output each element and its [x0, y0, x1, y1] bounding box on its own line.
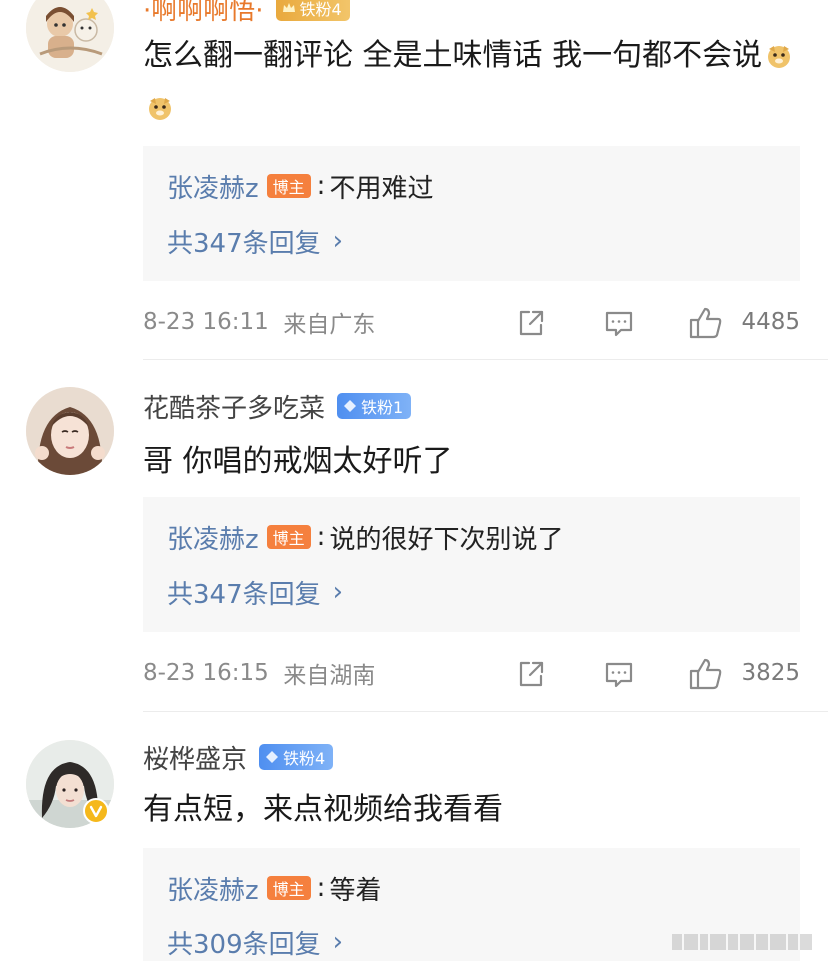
watermark: [672, 931, 822, 953]
blogger-tag: 博主: [266, 876, 311, 900]
share-icon[interactable]: [514, 657, 548, 691]
diamond-icon: [344, 400, 357, 412]
doge-emoji-icon: [149, 98, 171, 120]
comment-location: 来自湖南: [283, 663, 376, 689]
comment-item: 桜桦盛京 铁粉4 有点短，来点视频给我看看 张凌赫z 博主 : 等着 共309条…: [0, 712, 828, 961]
comment-text-content: 哥 你唱的戒烟太好听了: [143, 444, 453, 479]
thumbs-up-icon[interactable]: [687, 304, 725, 342]
blogger-tag: 博主: [266, 525, 311, 549]
comment-item: ·啊啊啊悟· 铁粉4 怎么翻一翻评论 全是土味情话 我一句都不会说 张凌赫z 博…: [0, 0, 828, 360]
blogger-tag: 博主: [266, 174, 311, 198]
comment-meta: 8-23 16:15 来自湖南 3825: [143, 653, 800, 693]
reply-colon: :: [316, 873, 326, 903]
username[interactable]: ·啊啊啊悟·: [143, 0, 264, 27]
comment-item: 花酷茶子多吃菜 铁粉1 哥 你唱的戒烟太好听了 张凌赫z 博主 : 说的很好下次…: [0, 360, 828, 712]
reply-author[interactable]: 张凌赫z: [167, 168, 259, 205]
reply-text: 说的很好下次别说了: [329, 524, 564, 555]
avatar[interactable]: [26, 0, 114, 72]
username[interactable]: 花酷茶子多吃菜: [143, 388, 325, 425]
chevron-right-icon: ›: [332, 577, 344, 607]
reply-preview[interactable]: 张凌赫z 博主 : 不用难过 共347条回复 ›: [143, 146, 800, 281]
reply-count-label: 共347条回复: [167, 579, 321, 610]
thumbs-up-icon[interactable]: [687, 655, 725, 693]
fan-badge-label: 铁粉4: [299, 0, 342, 19]
comment-icon[interactable]: [602, 306, 636, 340]
avatar[interactable]: [26, 387, 114, 475]
comment-time: 8-23 16:15: [143, 660, 269, 686]
comment-text: 哥 你唱的戒烟太好听了: [143, 436, 793, 488]
comment-icon[interactable]: [602, 657, 636, 691]
reply-text: 不用难过: [329, 173, 434, 204]
comment-header: 花酷茶子多吃菜 铁粉1: [143, 388, 412, 425]
crown-icon: [282, 3, 295, 12]
username[interactable]: 桜桦盛京: [143, 739, 247, 776]
share-icon[interactable]: [514, 306, 548, 340]
fan-badge[interactable]: 铁粉1: [337, 393, 412, 419]
fan-badge-label: 铁粉4: [283, 749, 326, 768]
like-count: 3825: [741, 660, 800, 686]
comment-text-content: 有点短，来点视频给我看看: [143, 792, 503, 827]
comment-text: 有点短，来点视频给我看看: [143, 784, 793, 836]
diamond-icon: [266, 751, 279, 763]
reply-count-link[interactable]: 共347条回复 ›: [167, 572, 343, 612]
comment-location: 来自广东: [283, 312, 376, 338]
reply-line: 张凌赫z 博主 : 等着: [167, 868, 381, 908]
fan-badge[interactable]: 铁粉4: [275, 0, 350, 21]
comment-header: 桜桦盛京 铁粉4: [143, 739, 334, 776]
doge-emoji-icon: [768, 46, 791, 68]
comment-text: 怎么翻一翻评论 全是土味情话 我一句都不会说: [143, 30, 793, 134]
reply-author[interactable]: 张凌赫z: [167, 870, 259, 907]
fan-badge-label: 铁粉1: [361, 398, 404, 417]
comment-time: 8-23 16:11: [143, 309, 269, 335]
reply-preview[interactable]: 张凌赫z 博主 : 说的很好下次别说了 共347条回复 ›: [143, 497, 800, 632]
reply-count-link[interactable]: 共347条回复 ›: [167, 221, 343, 261]
comment-header: ·啊啊啊悟· 铁粉4: [143, 0, 350, 26]
comment-text-content: 怎么翻一翻评论 全是土味情话 我一句都不会说: [143, 38, 763, 73]
like-count: 4485: [741, 309, 800, 335]
comment-time-location: 8-23 16:15 来自湖南: [143, 653, 375, 693]
chevron-right-icon: ›: [332, 927, 344, 957]
reply-colon: :: [316, 171, 326, 201]
reply-line: 张凌赫z 博主 : 不用难过: [167, 166, 433, 206]
comment-time-location: 8-23 16:11 来自广东: [143, 302, 375, 342]
chevron-right-icon: ›: [332, 226, 344, 256]
fan-badge[interactable]: 铁粉4: [259, 744, 334, 770]
reply-count-label: 共309条回复: [167, 929, 321, 960]
comment-meta: 8-23 16:11 来自广东 4485: [143, 302, 800, 342]
verified-badge-icon: [83, 798, 109, 824]
reply-count-label: 共347条回复: [167, 228, 321, 259]
reply-text: 等着: [329, 875, 382, 906]
reply-colon: :: [316, 522, 326, 552]
reply-author[interactable]: 张凌赫z: [167, 519, 259, 556]
reply-line: 张凌赫z 博主 : 说的很好下次别说了: [167, 517, 563, 557]
reply-count-link[interactable]: 共309条回复 ›: [167, 922, 343, 962]
